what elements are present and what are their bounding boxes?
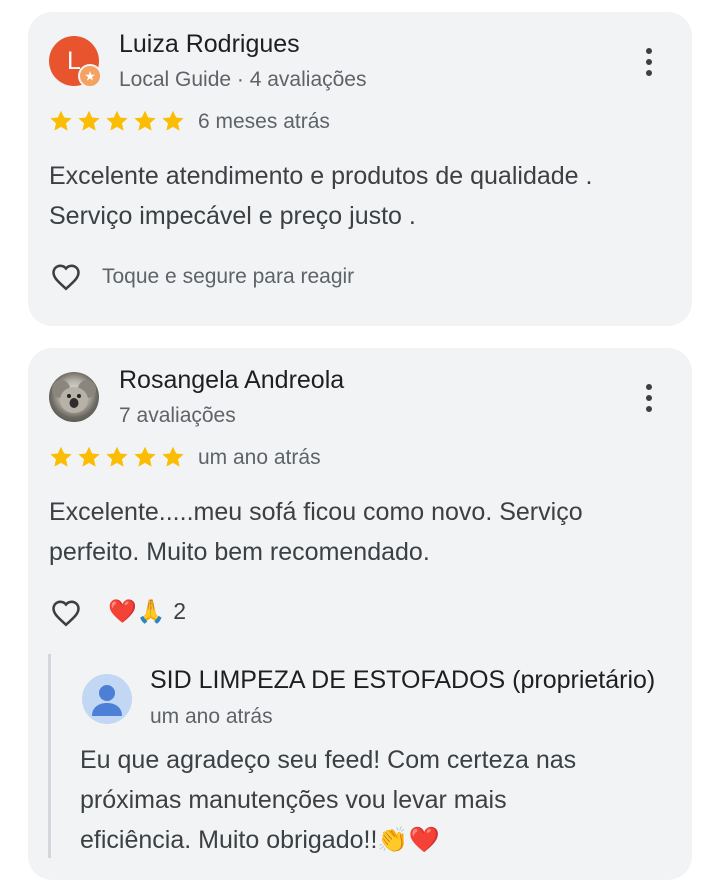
more-vert-icon: [646, 48, 652, 54]
local-guide-badge-icon: [78, 64, 102, 88]
reactions-summary[interactable]: ❤️🙏 2: [108, 598, 186, 625]
avatar[interactable]: L: [49, 36, 102, 88]
star-icon: [106, 110, 128, 131]
review-text: Excelente.....meu sofá ficou como novo. …: [49, 492, 679, 572]
more-options-button[interactable]: [634, 40, 664, 84]
heart-outline-icon[interactable]: [49, 596, 83, 630]
owner-reply-line: próximas manutenções vou levar mais: [80, 786, 507, 814]
review-text-line: perfeito. Muito bem recomendado.: [49, 538, 430, 566]
star-icon: [162, 110, 184, 131]
star-icon: [134, 110, 156, 131]
star-icon: [78, 446, 100, 467]
reviewer-name[interactable]: Luiza Rodrigues: [119, 30, 300, 59]
reviewer-subline: 7 avaliações: [119, 404, 236, 427]
star-icon: [106, 446, 128, 467]
owner-avatar[interactable]: [82, 674, 132, 724]
review-text: Excelente atendimento e produtos de qual…: [49, 156, 679, 236]
star-rating: [48, 108, 186, 134]
owner-reply-date: um ano atrás: [150, 705, 273, 728]
owner-reply-text: Eu que agradeço seu feed! Com certeza na…: [80, 740, 660, 860]
reply-divider: [48, 654, 51, 858]
star-icon: [50, 446, 72, 467]
owner-name: SID LIMPEZA DE ESTOFADOS (proprietário): [150, 666, 656, 694]
person-icon: [92, 685, 122, 716]
review-card: Rosangela Andreola 7 avaliações um ano a…: [28, 348, 692, 880]
koala-avatar-image: [52, 380, 96, 413]
review-date: um ano atrás: [198, 446, 321, 469]
more-options-button[interactable]: [634, 376, 664, 420]
review-date: 6 meses atrás: [198, 110, 330, 133]
star-rating: [48, 444, 186, 470]
star-icon: [162, 446, 184, 467]
star-icon: [78, 110, 100, 131]
reaction-count: 2: [173, 598, 187, 624]
reviewer-name[interactable]: Rosangela Andreola: [119, 366, 344, 395]
owner-reply-line: Eu que agradeço seu feed! Com certeza na…: [80, 746, 577, 774]
star-icon: [134, 446, 156, 467]
heart-outline-icon[interactable]: [49, 260, 83, 294]
react-hint: Toque e segure para reagir: [102, 265, 355, 288]
reaction-emojis: ❤️🙏: [108, 598, 166, 624]
owner-reply-line: eficiência. Muito obrigado!!👏❤️: [80, 826, 440, 854]
review-text-line: Excelente atendimento e produtos de qual…: [49, 162, 593, 190]
star-icon: [50, 110, 72, 131]
review-text-line: Serviço impecável e preço justo .: [49, 202, 416, 230]
more-vert-icon: [646, 384, 652, 390]
review-card: L Luiza Rodrigues Local Guide · 4 avalia…: [28, 12, 692, 326]
review-text-line: Excelente.....meu sofá ficou como novo. …: [49, 498, 583, 526]
reviewer-subline: Local Guide · 4 avaliações: [119, 68, 367, 91]
avatar[interactable]: [49, 372, 99, 422]
